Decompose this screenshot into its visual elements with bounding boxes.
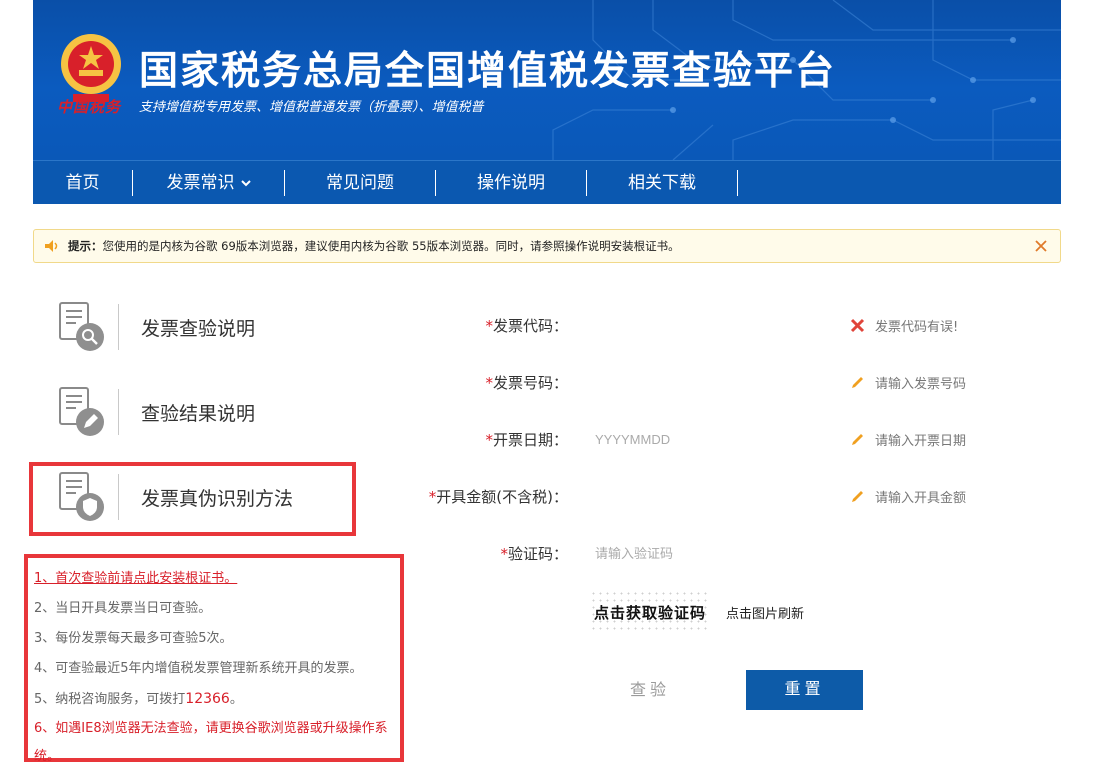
document-edit-icon	[59, 387, 104, 436]
amount-input[interactable]	[593, 482, 833, 510]
reset-button[interactable]: 重置	[746, 670, 863, 710]
hotline-number: 12366	[185, 691, 230, 707]
pencil-icon	[852, 490, 863, 502]
nav-item-downloads[interactable]: 相关下载	[587, 169, 738, 196]
issue-date-input[interactable]	[593, 425, 833, 453]
main-nav: 首页 发票常识 常见问题 操作说明 相关下载	[33, 160, 1061, 204]
tip-item: 4、可查验最近5年内增值税发票管理新系统开具的发票。	[34, 661, 363, 676]
document-search-icon	[59, 302, 104, 351]
hint-text: 请输入发票号码	[875, 376, 967, 392]
form-row-invoice-code: *发票代码： 发票代码有误!	[380, 310, 1020, 340]
invoice-code-input[interactable]	[593, 311, 833, 339]
nav-item-label: 首页	[65, 172, 100, 193]
nav-item-label: 相关下载	[628, 172, 696, 193]
site-title: 国家税务总局全国增值税发票查验平台	[139, 49, 837, 94]
chevron-down-icon	[240, 179, 251, 186]
tip-item: 3、每份发票每天最多可查验5次。	[34, 631, 233, 646]
hint-text: 发票代码有误!	[875, 319, 959, 335]
pencil-icon	[852, 433, 863, 445]
captcha-input[interactable]	[593, 539, 833, 567]
form-row-captcha: *验证码：	[380, 538, 1020, 568]
field-label: *验证码：	[500, 544, 568, 563]
side-link-invoice-check-guide[interactable]: 发票查验说明	[56, 298, 346, 356]
tips-panel: 1、首次查验前请点此安装根证书。 2、当日开具发票当日可查验。 3、每份发票每天…	[24, 554, 404, 764]
pencil-icon	[852, 376, 863, 388]
tip-text: 5、纳税咨询服务，可拨打	[34, 692, 186, 707]
install-cert-link[interactable]: 1、首次查验前请点此安装根证书。	[34, 571, 237, 586]
nav-item-label: 发票常识	[166, 172, 235, 193]
side-link-result-guide[interactable]: 查验结果说明	[56, 383, 346, 441]
tip-item: 2、当日开具发票当日可查验。	[34, 601, 212, 616]
field-hint: 请输入开票日期	[850, 430, 966, 449]
nav-item-faq[interactable]: 常见问题	[285, 169, 436, 196]
form-row-amount: *开具金额(不含税)： 请输入开具金额	[380, 481, 1020, 511]
field-hint: 发票代码有误!	[850, 316, 958, 335]
notice-text: 您使用的是内核为谷歌 69版本浏览器，建议使用内核为谷歌 55版本浏览器。同时，…	[102, 239, 680, 253]
captcha-image[interactable]: 点击获取验证码	[590, 590, 710, 634]
field-label: *开具金额(不含税)：	[428, 487, 568, 506]
nav-item-invoice-knowledge[interactable]: 发票常识	[133, 169, 285, 196]
tip-text: 。	[229, 692, 243, 707]
field-label: *开票日期：	[485, 430, 568, 449]
site-subtitle: 支持增值税专用发票、增值税普通发票（折叠票）、增值税普	[139, 100, 484, 115]
field-hint: 请输入发票号码	[850, 373, 966, 392]
nav-item-instructions[interactable]: 操作说明	[436, 169, 587, 196]
hint-text: 请输入开票日期	[875, 433, 967, 449]
field-label: *发票代码：	[485, 316, 568, 335]
close-icon[interactable]	[1032, 237, 1050, 255]
error-x-icon	[850, 318, 865, 332]
highlight-box	[29, 462, 356, 536]
speaker-icon	[45, 240, 58, 252]
form-row-issue-date: *开票日期： 请输入开票日期	[380, 424, 1020, 454]
invoice-number-input[interactable]	[593, 368, 833, 396]
refresh-captcha-text: 点击图片刷新	[726, 607, 805, 622]
tip-item: 6、如遇IE8浏览器无法查验，请更换谷歌浏览器或升级操作系统。	[34, 721, 388, 764]
form-row-invoice-number: *发票号码： 请输入发票号码	[380, 367, 1020, 397]
check-button[interactable]: 查验	[612, 676, 688, 706]
brand-text: 中国税务	[57, 98, 122, 116]
tip-item: 1、首次查验前请点此安装根证书。	[34, 564, 400, 594]
notice-prefix: 提示：	[68, 239, 103, 253]
tip-item: 5、纳税咨询服务，可拨打12366。	[34, 684, 400, 715]
divider	[118, 304, 119, 350]
hint-text: 请输入开具金额	[875, 490, 967, 506]
side-link-label: 发票查验说明	[141, 317, 256, 340]
nav-item-home[interactable]: 首页	[33, 169, 133, 196]
browser-notice: 提示： 您使用的是内核为谷歌 69版本浏览器，建议使用内核为谷歌 55版本浏览器…	[33, 229, 1061, 263]
nav-item-label: 常见问题	[326, 172, 394, 193]
field-label: *发票号码：	[485, 373, 568, 392]
side-link-label: 查验结果说明	[141, 402, 256, 425]
divider	[118, 389, 119, 435]
field-hint: 请输入开具金额	[850, 487, 966, 506]
nav-item-label: 操作说明	[477, 172, 545, 193]
site-header-banner: 中国税务 国家税务总局全国增值税发票查验平台 支持增值税专用发票、增值税普通发票…	[33, 0, 1061, 160]
